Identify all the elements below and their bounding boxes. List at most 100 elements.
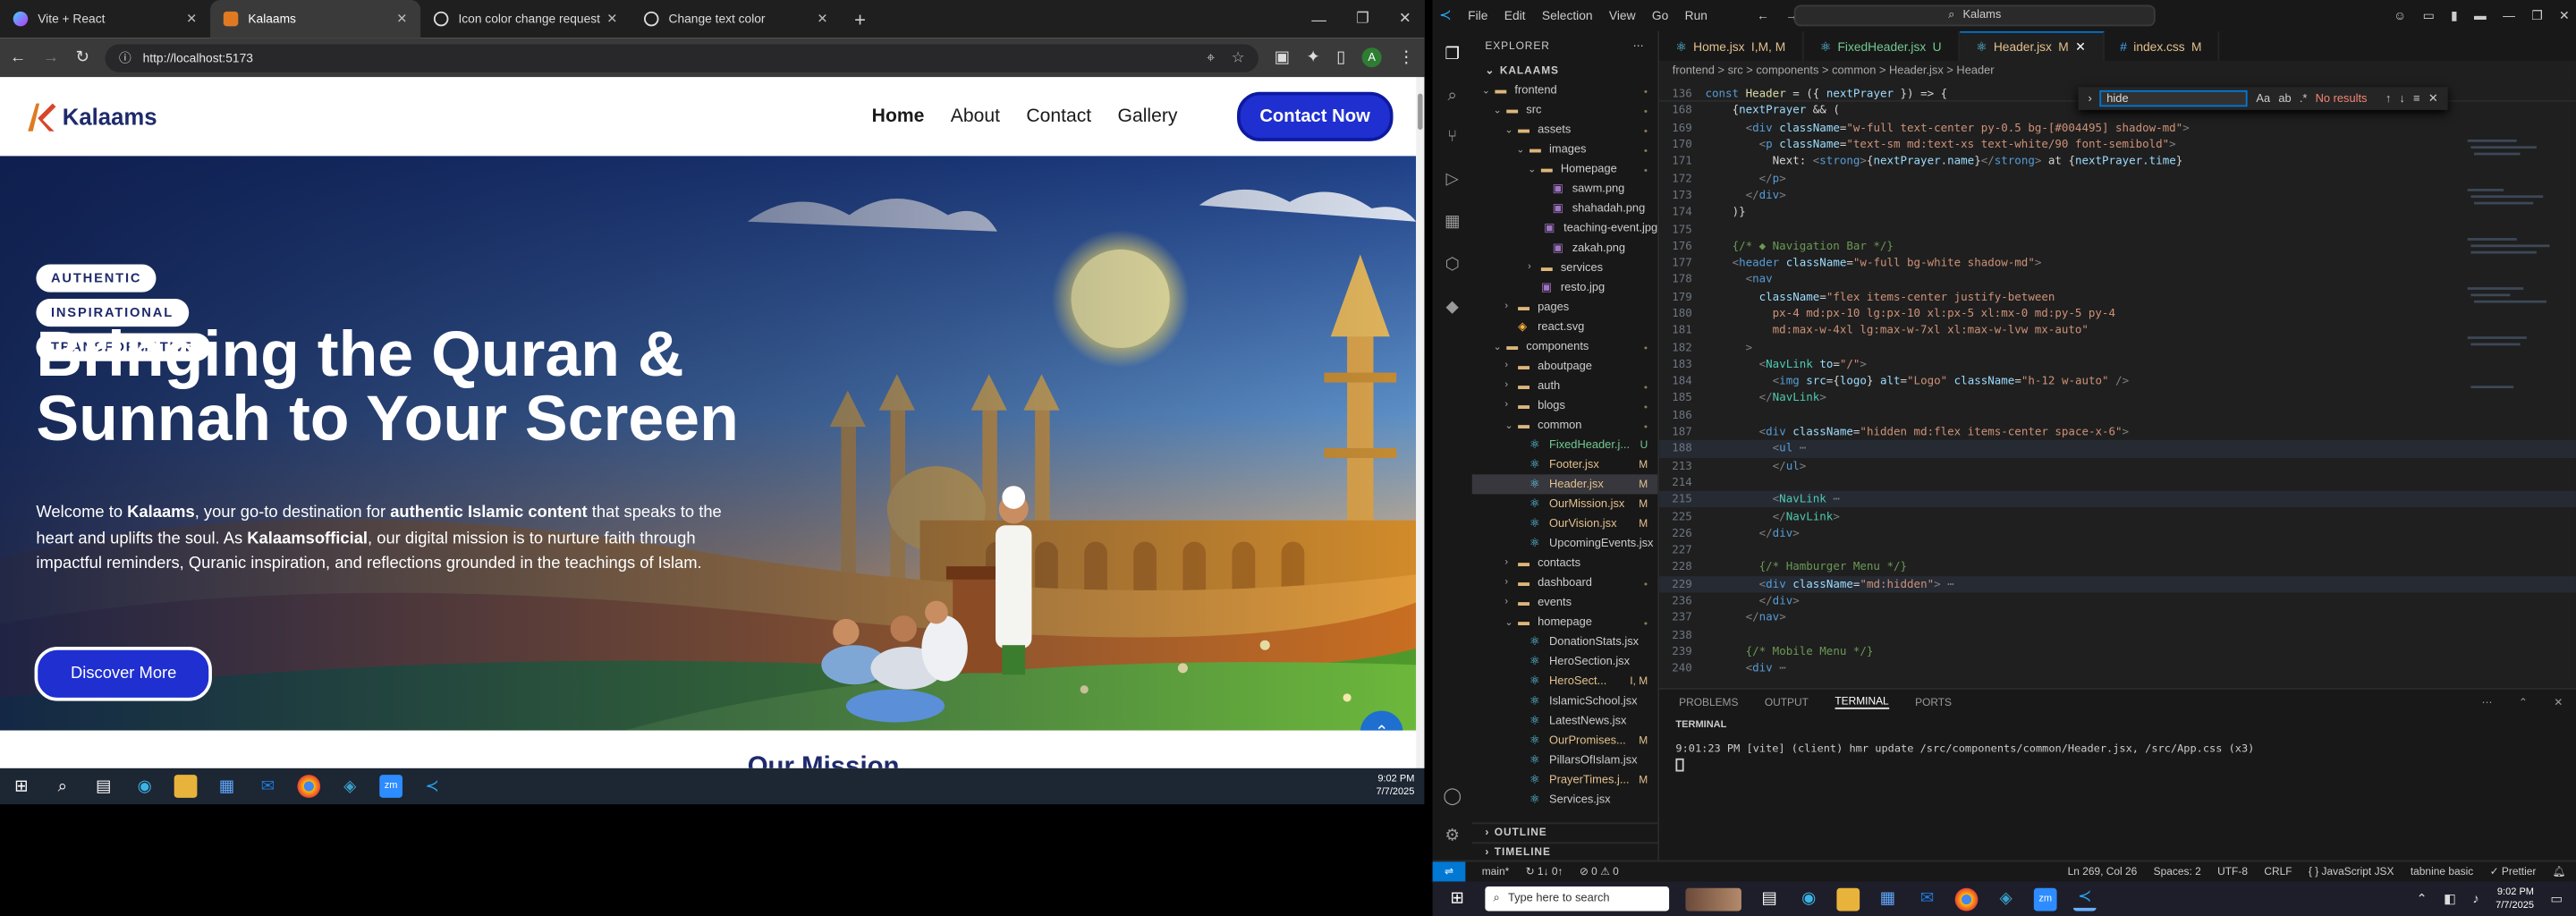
find-menu-icon[interactable]: ≡ bbox=[2413, 93, 2420, 105]
breadcrumb[interactable]: frontend > src > components > common > H… bbox=[1659, 61, 2576, 81]
git-sync[interactable]: ↻ 1↓ 0↑ bbox=[1526, 865, 1563, 878]
nav-link-contact[interactable]: Contact bbox=[1026, 106, 1091, 126]
chrome-icon[interactable] bbox=[297, 775, 321, 798]
site-logo[interactable]: Kalaams bbox=[23, 98, 157, 134]
vpn-icon[interactable]: ◈ bbox=[1995, 887, 2018, 911]
bookmark-star-icon[interactable]: ☆ bbox=[1232, 48, 1245, 66]
close-icon[interactable]: ✕ bbox=[1399, 10, 1411, 28]
remote-icon[interactable]: ⇌ bbox=[1432, 861, 1466, 883]
tree-file[interactable]: ⚛ FixedHeader.j... U bbox=[1472, 435, 1658, 454]
extensions-icon[interactable]: ▦ bbox=[1443, 212, 1462, 232]
editor-tab[interactable]: ⚛ Home.jsx I,M, M bbox=[1659, 30, 1804, 61]
browser-tab-active[interactable]: Kalaams ✕ bbox=[210, 0, 421, 38]
tree-file[interactable]: ▣ resto.jpg bbox=[1472, 277, 1658, 297]
prettier-status[interactable]: ✓ Prettier bbox=[2490, 865, 2537, 878]
task-view-icon[interactable]: ▤ bbox=[92, 775, 115, 798]
terminal-cursor[interactable] bbox=[1675, 758, 1684, 772]
whole-word-icon[interactable]: ab bbox=[2278, 93, 2291, 105]
vscode-icon[interactable]: ≺ bbox=[2072, 887, 2097, 911]
tab-ports[interactable]: PORTS bbox=[1915, 697, 1952, 708]
tree-folder[interactable]: ⌄ ▬ Homepage ● bbox=[1472, 159, 1658, 179]
tree-folder[interactable]: ⌄ ▬ homepage ● bbox=[1472, 612, 1658, 632]
tree-file[interactable]: ⚛ OurPromises... M bbox=[1472, 731, 1658, 751]
tree-file[interactable]: ⚛ OurVision.jsx M bbox=[1472, 513, 1658, 533]
nav-link-home[interactable]: Home bbox=[872, 106, 925, 126]
tree-file[interactable]: ⚛ PrayerTimes.j... M bbox=[1472, 770, 1658, 790]
tree-folder[interactable]: › ▬ auth ● bbox=[1472, 376, 1658, 395]
encoding[interactable]: UTF-8 bbox=[2217, 866, 2248, 878]
close-icon[interactable]: ✕ bbox=[606, 12, 617, 27]
vpn-icon[interactable]: ◈ bbox=[338, 775, 361, 798]
account-icon[interactable]: ◯ bbox=[1443, 786, 1462, 806]
browser-tab[interactable]: Change text color ✕ bbox=[631, 0, 841, 38]
tree-file[interactable]: ▣ sawm.png bbox=[1472, 179, 1658, 199]
menu-run[interactable]: Run bbox=[1685, 8, 1707, 23]
tray-chevron-icon[interactable]: ⌃ bbox=[2416, 891, 2427, 906]
menu-view[interactable]: View bbox=[1609, 8, 1636, 23]
browser-tab[interactable]: Vite + React ✕ bbox=[0, 0, 210, 38]
tree-folder[interactable]: ⌄ ▬ src ● bbox=[1472, 100, 1658, 120]
puzzle-icon[interactable]: ✦ bbox=[1306, 48, 1319, 66]
toggle-sidebar-icon[interactable]: ▮ bbox=[2451, 8, 2458, 23]
task-view-icon[interactable]: ▤ bbox=[1758, 887, 1781, 911]
menu-selection[interactable]: Selection bbox=[1542, 8, 1593, 23]
chrome-icon[interactable] bbox=[1954, 886, 1979, 911]
edge-icon[interactable]: ◉ bbox=[1797, 887, 1820, 911]
tree-file[interactable]: ⚛ Header.jsx M bbox=[1471, 474, 1658, 495]
close-icon[interactable]: ✕ bbox=[817, 12, 827, 27]
tree-file[interactable]: ⚛ HeroSection.jsx bbox=[1472, 652, 1658, 672]
tab-output[interactable]: OUTPUT bbox=[1765, 697, 1809, 708]
editor-tab[interactable]: ⚛ FixedHeader.jsx U bbox=[1803, 30, 1960, 61]
remote-explorer-icon[interactable]: ⬡ bbox=[1443, 254, 1462, 274]
taskbar-search[interactable]: ⌕ Type here to search bbox=[1485, 886, 1670, 912]
close-icon[interactable]: ✕ bbox=[186, 12, 197, 27]
git-branch[interactable]: main* bbox=[1482, 866, 1510, 878]
tree-file[interactable]: ▣ zakah.png bbox=[1472, 238, 1658, 258]
tree-folder[interactable]: ⌄ ▬ frontend ● bbox=[1472, 81, 1658, 100]
weather-widget-icon[interactable] bbox=[1685, 886, 1741, 911]
editor-tab[interactable]: # index.css M bbox=[2104, 30, 2220, 61]
copilot-icon[interactable]: ☺ bbox=[2394, 8, 2406, 23]
volume-icon[interactable]: ♪ bbox=[2472, 891, 2479, 906]
tree-file[interactable]: ⚛ OurMission.jsx M bbox=[1472, 494, 1658, 513]
more-actions-icon[interactable]: ⋯ bbox=[2482, 696, 2493, 709]
site-info-icon[interactable]: ⓘ bbox=[119, 48, 131, 66]
tabnine-icon[interactable]: ◆ bbox=[1443, 297, 1462, 317]
workspace-root[interactable]: ⌄ KALAAMS bbox=[1472, 61, 1658, 81]
reload-icon[interactable]: ↻ bbox=[75, 48, 89, 66]
source-control-icon[interactable]: ⑂ bbox=[1443, 126, 1462, 146]
new-tab-button[interactable]: + bbox=[841, 0, 878, 38]
tab-problems[interactable]: PROBLEMS bbox=[1679, 697, 1738, 708]
discover-more-button[interactable]: Discover More bbox=[34, 647, 213, 701]
explorer-icon[interactable]: ❐ bbox=[1443, 45, 1462, 64]
indentation[interactable]: Spaces: 2 bbox=[2154, 866, 2201, 878]
tree-file[interactable]: ▣ shahadah.png bbox=[1472, 199, 1658, 218]
tree-file[interactable]: ⚛ Services.jsx bbox=[1472, 790, 1658, 810]
code-view[interactable]: 136 const Header = ({ nextPrayer }) => {1… bbox=[1659, 85, 2576, 676]
tree-folder[interactable]: › ▬ aboutpage bbox=[1472, 356, 1658, 376]
kebab-menu-icon[interactable]: ⋮ bbox=[1398, 48, 1414, 66]
cursor-position[interactable]: Ln 269, Col 26 bbox=[2068, 866, 2138, 878]
menu-edit[interactable]: Edit bbox=[1504, 8, 1526, 23]
tree-folder[interactable]: ⌄ ▬ common ● bbox=[1472, 415, 1658, 435]
windows-start-icon[interactable]: ⊞ bbox=[1445, 887, 1469, 911]
tree-file[interactable]: ⚛ HeroSect... I, M bbox=[1472, 672, 1658, 691]
maximize-panel-icon[interactable]: ⌃ bbox=[2519, 696, 2528, 709]
regex-icon[interactable]: .* bbox=[2300, 93, 2308, 105]
match-case-icon[interactable]: Aa bbox=[2256, 93, 2270, 105]
network-icon[interactable]: ◧ bbox=[2444, 891, 2456, 906]
store-icon[interactable]: ▦ bbox=[1877, 887, 1900, 911]
find-input[interactable]: hide bbox=[2099, 89, 2249, 107]
more-actions-icon[interactable]: ⋯ bbox=[1633, 39, 1645, 53]
editor-tab[interactable]: ⚛ Header.jsx M ✕ bbox=[1959, 30, 2104, 61]
mail-icon[interactable]: ✉ bbox=[1916, 887, 1939, 911]
scrollbar-thumb[interactable] bbox=[1418, 93, 1423, 130]
mail-icon[interactable]: ✉ bbox=[257, 775, 280, 798]
search-icon[interactable]: ⌕ bbox=[51, 775, 74, 798]
notifications-bell-icon[interactable]: 🔔︎ bbox=[2553, 865, 2566, 878]
tree-folder[interactable]: ⌄ ▬ assets ● bbox=[1472, 120, 1658, 140]
contact-now-button[interactable]: Contact Now bbox=[1236, 91, 1394, 141]
arrow-down-icon[interactable]: ↓ bbox=[2400, 93, 2405, 105]
chevron-right-icon[interactable]: › bbox=[2088, 93, 2091, 105]
tree-folder[interactable]: › ▬ services bbox=[1472, 258, 1658, 277]
